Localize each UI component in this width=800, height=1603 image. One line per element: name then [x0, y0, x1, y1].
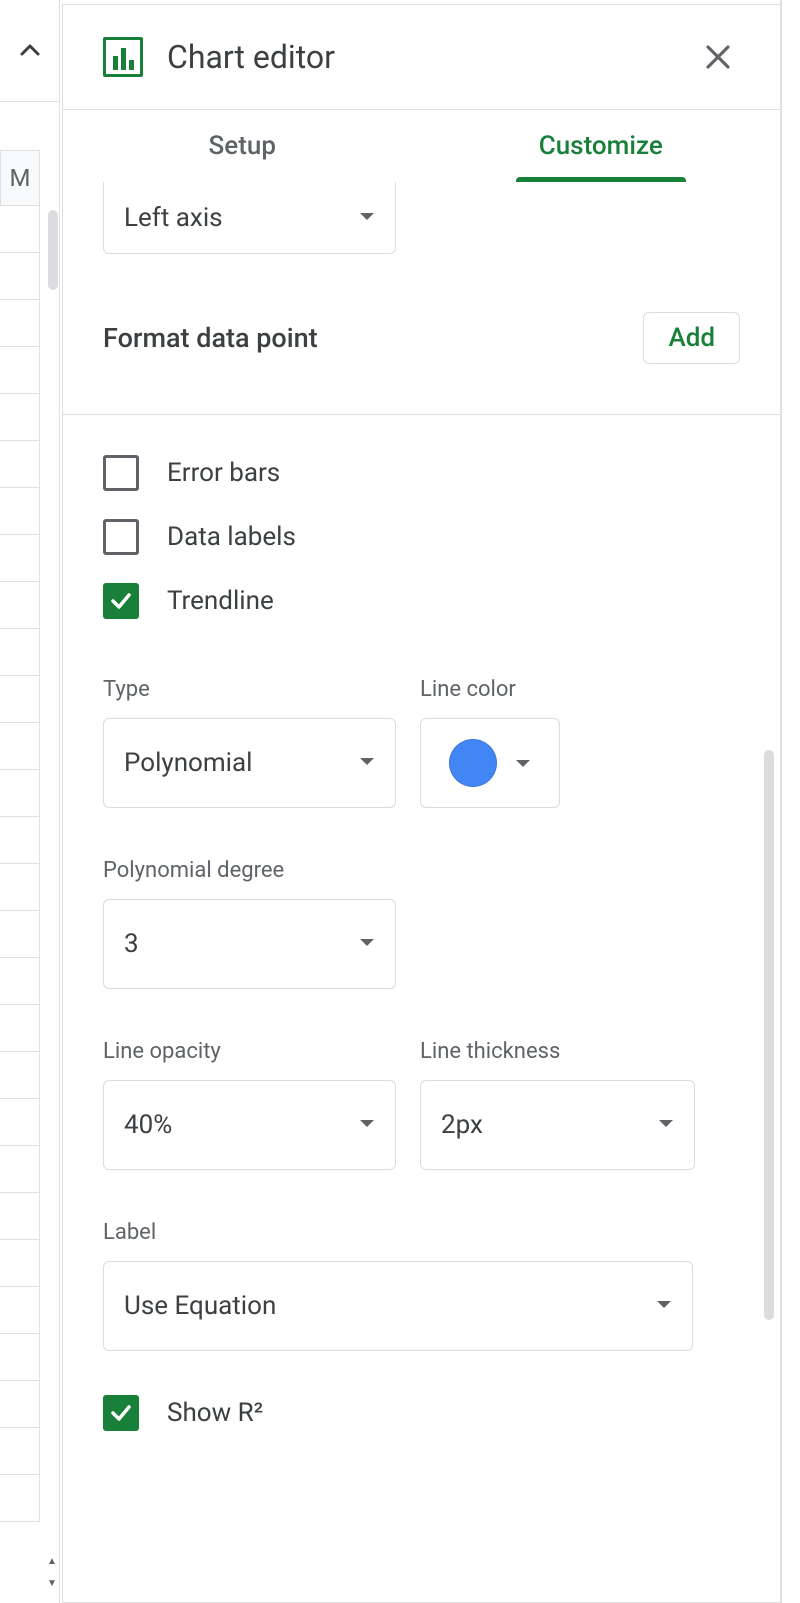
chevron-down-icon	[359, 211, 375, 225]
row-header[interactable]	[0, 958, 40, 1005]
trendline-row: Trendline	[103, 583, 740, 619]
trendline-checkbox[interactable]	[103, 583, 139, 619]
chevron-down-icon	[515, 754, 531, 773]
trendline-type-value: Polynomial	[124, 748, 252, 778]
scroll-up-button[interactable]: ▲	[42, 1551, 62, 1571]
polynomial-degree-value: 3	[124, 929, 139, 959]
add-data-point-button[interactable]: Add	[643, 312, 740, 364]
data-labels-checkbox[interactable]	[103, 519, 139, 555]
chevron-down-icon	[658, 1118, 674, 1132]
add-button-label: Add	[668, 323, 715, 353]
spreadsheet-background: M ▲ ▼	[0, 0, 60, 1603]
panel-title: Chart editor	[167, 38, 696, 76]
row-header[interactable]	[0, 1428, 40, 1475]
row-header[interactable]	[0, 1099, 40, 1146]
chart-editor-panel: Chart editor Setup Customize Left axis F…	[62, 4, 780, 1603]
row-header[interactable]	[0, 1146, 40, 1193]
chevron-down-icon	[359, 1118, 375, 1132]
toolbar-chevron-up[interactable]	[0, 0, 60, 102]
error-bars-row: Error bars	[103, 455, 740, 491]
tab-customize[interactable]: Customize	[422, 110, 781, 182]
row-header[interactable]	[0, 535, 40, 582]
chevron-down-icon	[359, 937, 375, 951]
row-header[interactable]	[0, 1052, 40, 1099]
trendline-label-value: Use Equation	[124, 1291, 276, 1321]
check-icon	[109, 589, 133, 613]
tab-setup[interactable]: Setup	[63, 110, 422, 182]
row-header[interactable]	[0, 1381, 40, 1428]
column-header-label: M	[10, 164, 31, 192]
panel-right-border	[780, 0, 782, 1603]
trendline-label-select[interactable]: Use Equation	[103, 1261, 693, 1351]
trendline-label: Trendline	[167, 586, 274, 616]
tab-setup-label: Setup	[209, 131, 276, 161]
line-opacity-select[interactable]: 40%	[103, 1080, 396, 1170]
chevron-down-icon	[656, 1299, 672, 1313]
row-header[interactable]	[0, 394, 40, 441]
row-header[interactable]	[0, 1475, 40, 1522]
row-header[interactable]	[0, 488, 40, 535]
line-opacity-label: Line opacity	[103, 1039, 396, 1064]
row-header[interactable]	[0, 347, 40, 394]
row-header[interactable]	[0, 911, 40, 958]
tabs: Setup Customize	[63, 110, 780, 182]
row-header[interactable]	[0, 1287, 40, 1334]
trendline-type-select[interactable]: Polynomial	[103, 718, 396, 808]
type-label: Type	[103, 677, 396, 702]
trendline-label-label: Label	[103, 1220, 740, 1245]
error-bars-label: Error bars	[167, 458, 280, 488]
customize-scroll-area: Left axis Format data point Add Error ba…	[63, 182, 780, 1602]
row-header[interactable]	[0, 253, 40, 300]
line-opacity-value: 40%	[124, 1110, 172, 1140]
polynomial-degree-select[interactable]: 3	[103, 899, 396, 989]
section-divider	[63, 414, 780, 415]
row-header[interactable]	[0, 441, 40, 488]
line-color-label: Line color	[420, 677, 560, 702]
column-header[interactable]: M	[0, 150, 40, 206]
close-button[interactable]	[696, 35, 740, 79]
row-header[interactable]	[0, 629, 40, 676]
line-thickness-label: Line thickness	[420, 1039, 695, 1064]
row-header[interactable]	[0, 723, 40, 770]
error-bars-checkbox[interactable]	[103, 455, 139, 491]
sheet-scrollbar-thumb[interactable]	[48, 210, 58, 290]
show-r2-row: Show R²	[103, 1395, 740, 1431]
row-header[interactable]	[0, 1005, 40, 1052]
panel-scrollbar-thumb[interactable]	[764, 750, 774, 1320]
show-r2-checkbox[interactable]	[103, 1395, 139, 1431]
row-header[interactable]	[0, 1240, 40, 1287]
line-thickness-value: 2px	[441, 1110, 483, 1140]
color-swatch	[449, 739, 497, 787]
axis-select[interactable]: Left axis	[103, 182, 396, 254]
data-labels-label: Data labels	[167, 522, 296, 552]
polynomial-degree-label: Polynomial degree	[103, 858, 740, 883]
format-data-point-title: Format data point	[103, 322, 318, 354]
row-header[interactable]	[0, 864, 40, 911]
line-thickness-select[interactable]: 2px	[420, 1080, 695, 1170]
close-icon	[703, 42, 733, 72]
row-headers	[0, 206, 40, 1522]
row-header[interactable]	[0, 1334, 40, 1381]
format-data-point-row: Format data point Add	[103, 312, 740, 364]
line-color-select[interactable]	[420, 718, 560, 808]
tab-customize-label: Customize	[539, 131, 663, 161]
data-labels-row: Data labels	[103, 519, 740, 555]
row-header[interactable]	[0, 582, 40, 629]
chart-icon	[103, 37, 143, 77]
row-header[interactable]	[0, 206, 40, 253]
chevron-up-icon	[18, 39, 42, 63]
scroll-down-button[interactable]: ▼	[42, 1573, 62, 1593]
panel-header: Chart editor	[63, 5, 780, 110]
row-header[interactable]	[0, 300, 40, 347]
check-icon	[109, 1401, 133, 1425]
axis-select-value: Left axis	[124, 203, 223, 233]
show-r2-label: Show R²	[167, 1398, 263, 1428]
row-header[interactable]	[0, 1193, 40, 1240]
chevron-down-icon	[359, 756, 375, 770]
row-header[interactable]	[0, 817, 40, 864]
row-header[interactable]	[0, 770, 40, 817]
row-header[interactable]	[0, 676, 40, 723]
